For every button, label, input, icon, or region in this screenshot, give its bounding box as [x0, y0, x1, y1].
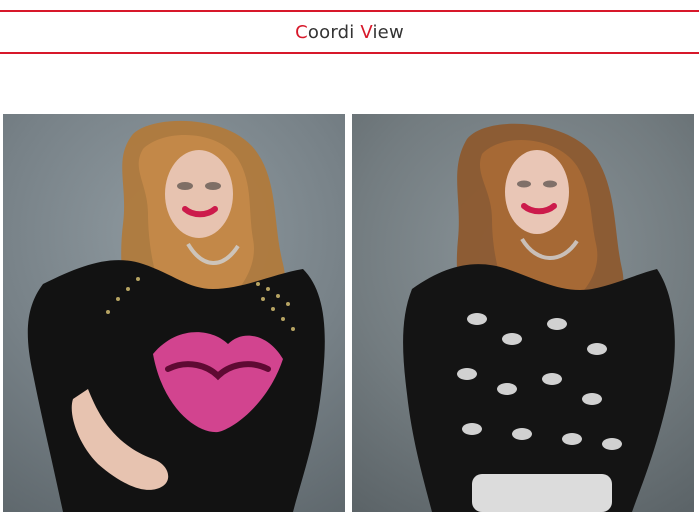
model-left-illustration [27, 120, 325, 512]
coordi-view-header: Coordi View [0, 10, 699, 54]
title-accent-v: V [360, 21, 373, 43]
model-photo-left [3, 114, 345, 512]
model-right-illustration [403, 123, 675, 512]
title-accent-c: C [295, 21, 308, 43]
page-title: Coordi View [295, 22, 404, 43]
title-part-2: iew [372, 21, 404, 43]
title-part-1: oordi [307, 21, 361, 43]
model-photo-right [352, 114, 694, 512]
